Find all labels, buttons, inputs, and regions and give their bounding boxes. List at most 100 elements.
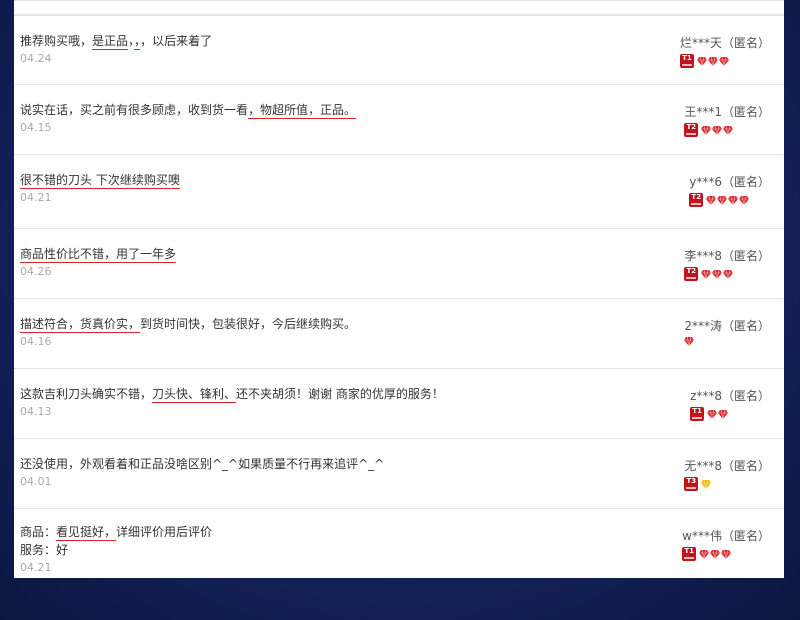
review-row: 很不错的刀头 下次继续购买噢 04.21 y***6（匿名） T2 [14,155,784,229]
diamond-icon [717,195,728,205]
highlighted-phrase: 是正品 [92,34,129,50]
reviewer-badges [684,337,770,346]
reviewer-name: 烂***天（匿名） [679,36,770,50]
diamond-icon [699,549,710,559]
diamond-icon [739,195,750,205]
reviewer-name: 2***涛（匿名） [684,319,770,333]
review-text: 还没使用，外观看着和正品没啥区别^_^如果质量不行再来追评^_^ [20,455,384,473]
highlighted-phrase: 刀头快、锋利、 [152,387,237,403]
reviewer-info: 李***8（匿名） T2 [684,247,770,281]
review-text: 推荐购买哦，是正品，，，以后来着了 [20,32,212,50]
reviewer-info: 王***1（匿名） T2 [684,103,770,137]
review-text: 很不错的刀头 下次继续购买噢 [20,171,180,189]
review-content: 推荐购买哦，是正品，，，以后来着了 04.24 [20,32,212,66]
review-content: 还没使用，外观看着和正品没啥区别^_^如果质量不行再来追评^_^ 04.01 [20,455,384,489]
member-level-badge: T2 [689,193,704,207]
diamond-icon [701,269,712,279]
review-text-segment: 推荐购买哦， [20,34,93,48]
member-level-badge: T1 [679,54,694,68]
review-text-segment: ，以后来着了 [140,34,213,48]
highlighted-phrase: 看见挺好， [56,525,117,541]
reviewer-name: 无***8（匿名） [684,459,770,473]
diamond-icon [707,56,718,66]
review-date: 04.16 [20,335,52,348]
review-text-segment: 还不夹胡须！谢谢 商家的优厚的服务！ [236,387,444,401]
reviewer-info: y***6（匿名） T2 [689,173,770,207]
review-text: 描述符合，货真价实，到货时间快，包装很好，今后继续购买。 [20,315,356,333]
diamond-icon [701,479,712,489]
reviewer-name: w***伟（匿名） [682,529,770,543]
reviewer-info: 烂***天（匿名） T1 [679,34,770,68]
diamond-icon [710,549,721,559]
reviewer-name: y***6（匿名） [689,175,770,189]
diamond-icon [721,549,732,559]
review-date: 04.13 [20,405,52,418]
reviewer-info: w***伟（匿名） T1 [682,527,770,561]
highlighted-phrase: 很不错的刀头 下次继续购买噢 [20,173,180,189]
member-level-badge: T3 [684,477,699,491]
review-text-segment: 说实在话，买之前有很多顾虑，收到货一看 [20,103,249,117]
review-date: 04.01 [20,475,52,488]
reviewer-badges: T3 [684,477,770,491]
reviewer-info: 无***8（匿名） T3 [684,457,770,491]
highlighted-phrase: ，物超所值，正品。 [248,103,357,119]
review-text-segment: 商品： [20,525,57,539]
highlighted-phrase: 货真价实， [80,317,141,333]
reviewer-badges: T1 [679,54,770,68]
review-text: 商品性价比不错，用了一年多 [20,245,177,263]
reviewer-badges: T2 [684,267,770,281]
diamond-icon [684,337,695,346]
review-row: 还没使用，外观看着和正品没啥区别^_^如果质量不行再来追评^_^ 04.01 无**… [14,439,784,509]
review-text: 说实在话，买之前有很多顾虑，收到货一看，物超所值，正品。 [20,101,357,119]
diamond-icon [723,125,734,135]
diamond-icon [712,269,723,279]
highlighted-phrase: 描述符合， [20,317,81,333]
diamond-icon [728,195,739,205]
reviewer-badges: T1 [682,547,770,561]
review-content: 很不错的刀头 下次继续购买噢 04.21 [20,171,180,205]
reviewer-name: 李***8（匿名） [684,249,770,263]
review-content: 这款吉利刀头确实不错，刀头快、锋利、还不夹胡须！谢谢 商家的优厚的服务！ 04.1… [20,385,444,419]
member-level-badge: T1 [682,547,697,561]
review-date: 04.21 [20,191,52,204]
review-content: 商品：看见挺好，详细评价用后评价 服务：好 04.21 [20,523,212,575]
review-text: 这款吉利刀头确实不错，刀头快、锋利、还不夹胡须！谢谢 商家的优厚的服务！ [20,385,444,403]
review-list: 推荐购买哦，是正品，，，以后来着了 04.24 烂***天（匿名） T1 说实在话，买之… [14,0,784,578]
reviewer-info: 2***涛（匿名） [684,317,770,346]
diamond-icon [718,409,729,419]
diamond-icon [712,125,723,135]
diamond-icon [701,125,712,135]
review-content: 描述符合，货真价实，到货时间快，包装很好，今后继续购买。 04.16 [20,315,356,349]
review-date: 04.15 [20,121,52,134]
review-text-segment: 这款吉利刀头确实不错， [20,387,153,401]
reviewer-badges: T2 [689,193,770,207]
review-row-top-spacer [14,0,784,15]
review-date: 04.21 [20,561,52,574]
review-row: 商品性价比不错，用了一年多 04.26 李***8（匿名） T2 [14,229,784,299]
diamond-icon [723,269,734,279]
reviewer-name: 王***1（匿名） [684,105,770,119]
member-level-badge: T1 [690,407,705,421]
review-date: 04.24 [20,52,52,65]
member-level-badge: T2 [684,267,699,281]
diamond-icon [718,56,729,66]
review-date: 04.26 [20,265,52,278]
highlighted-phrase: 商品性价比不错，用了一年多 [20,247,177,263]
review-text: 商品：看见挺好，详细评价用后评价 [20,523,212,541]
reviewer-info: z***8（匿名） T1 [690,387,770,421]
review-row: 推荐购买哦，是正品，，，以后来着了 04.24 烂***天（匿名） T1 [14,15,784,85]
review-row: 商品：看见挺好，详细评价用后评价 服务：好 04.21 w***伟（匿名） T1 [14,509,784,578]
review-text-segment: 还没使用，外观看着和正品没啥区别^_^如果质量不行再来追评^_^ [20,457,385,471]
diamond-icon [707,409,718,419]
review-text-segment: 详细评价用后评价 [116,525,213,539]
review-row: 说实在话，买之前有很多顾虑，收到货一看，物超所值，正品。 04.15 王***1（匿… [14,85,784,155]
review-content: 商品性价比不错，用了一年多 04.26 [20,245,177,279]
reviewer-badges: T1 [690,407,770,421]
diamond-icon [706,195,717,205]
review-content: 说实在话，买之前有很多顾虑，收到货一看，物超所值，正品。 04.15 [20,101,357,135]
review-text: 服务：好 [20,541,212,559]
reviewer-name: z***8（匿名） [690,389,770,403]
diamond-icon [696,56,707,66]
review-row: 这款吉利刀头确实不错，刀头快、锋利、还不夹胡须！谢谢 商家的优厚的服务！ 04.1… [14,369,784,439]
member-level-badge: T2 [684,123,699,137]
